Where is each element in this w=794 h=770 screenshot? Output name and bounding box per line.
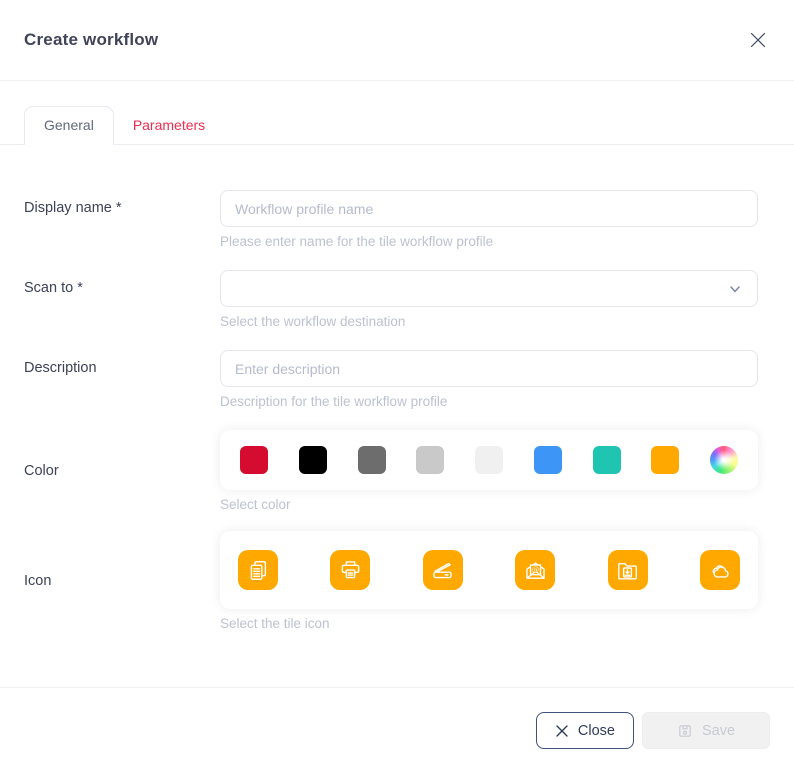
swatch-teal[interactable]	[593, 446, 621, 474]
swatch-orange[interactable]	[651, 446, 679, 474]
swatch-lightest-gray[interactable]	[475, 446, 503, 474]
icon-tile-scanner[interactable]	[423, 550, 463, 590]
description-row: Description Description for the tile wor…	[24, 350, 758, 409]
create-workflow-dialog: Create workflow General Parameters Displ…	[0, 0, 794, 770]
cloud-icon	[707, 558, 732, 583]
display-name-row: Display name * Please enter name for the…	[24, 190, 758, 249]
display-name-input[interactable]	[220, 190, 758, 227]
scanner-icon	[430, 558, 455, 583]
swatch-light-gray[interactable]	[416, 446, 444, 474]
icon-tile-list: @	[220, 531, 758, 609]
scan-to-hint: Select the workflow destination	[220, 314, 758, 329]
scan-to-select[interactable]	[220, 270, 758, 307]
close-x-icon	[555, 724, 569, 738]
description-hint: Description for the tile workflow profil…	[220, 394, 758, 409]
color-hint: Select color	[220, 497, 758, 512]
swatch-blue[interactable]	[534, 446, 562, 474]
tab-bar: General Parameters	[0, 106, 794, 145]
display-name-label: Display name *	[24, 190, 220, 249]
save-floppy-icon	[677, 723, 693, 739]
icon-tile-folder-download[interactable]	[608, 550, 648, 590]
icon-tile-email-at[interactable]: @	[515, 550, 555, 590]
scan-to-label: Scan to *	[24, 270, 220, 329]
form: Display name * Please enter name for the…	[0, 145, 794, 631]
printer-icon	[338, 558, 363, 583]
swatch-dark-gray[interactable]	[358, 446, 386, 474]
icon-label: Icon	[24, 573, 220, 589]
dialog-header: Create workflow	[0, 0, 794, 81]
dialog-footer: Close Save	[0, 687, 794, 770]
color-swatch-list	[220, 430, 758, 490]
page-title: Create workflow	[24, 30, 158, 50]
swatch-black[interactable]	[299, 446, 327, 474]
close-button[interactable]: Close	[536, 712, 634, 749]
description-label: Description	[24, 350, 220, 409]
color-label: Color	[24, 463, 220, 479]
email-at-icon: @	[523, 558, 548, 583]
swatch-color-wheel[interactable]	[710, 446, 738, 474]
icon-row: Icon @ Select the tile icon	[24, 531, 758, 631]
close-icon[interactable]	[748, 30, 768, 50]
copy-document-icon	[246, 558, 271, 583]
icon-tile-copy-document[interactable]	[238, 550, 278, 590]
scan-to-row: Scan to * Select the workflow destinatio…	[24, 270, 758, 329]
chevron-down-icon	[728, 282, 742, 299]
swatch-red[interactable]	[240, 446, 268, 474]
icon-hint: Select the tile icon	[220, 616, 758, 631]
icon-tile-printer[interactable]	[330, 550, 370, 590]
tab-general[interactable]: General	[24, 106, 114, 145]
save-button[interactable]: Save	[642, 712, 770, 749]
tab-parameters[interactable]: Parameters	[114, 107, 224, 144]
display-name-hint: Please enter name for the tile workflow …	[220, 234, 758, 249]
icon-tile-cloud[interactable]	[700, 550, 740, 590]
save-button-label: Save	[702, 723, 735, 739]
close-button-label: Close	[578, 723, 615, 739]
description-input[interactable]	[220, 350, 758, 387]
folder-download-icon	[615, 558, 640, 583]
color-row: Color Select color	[24, 430, 758, 512]
